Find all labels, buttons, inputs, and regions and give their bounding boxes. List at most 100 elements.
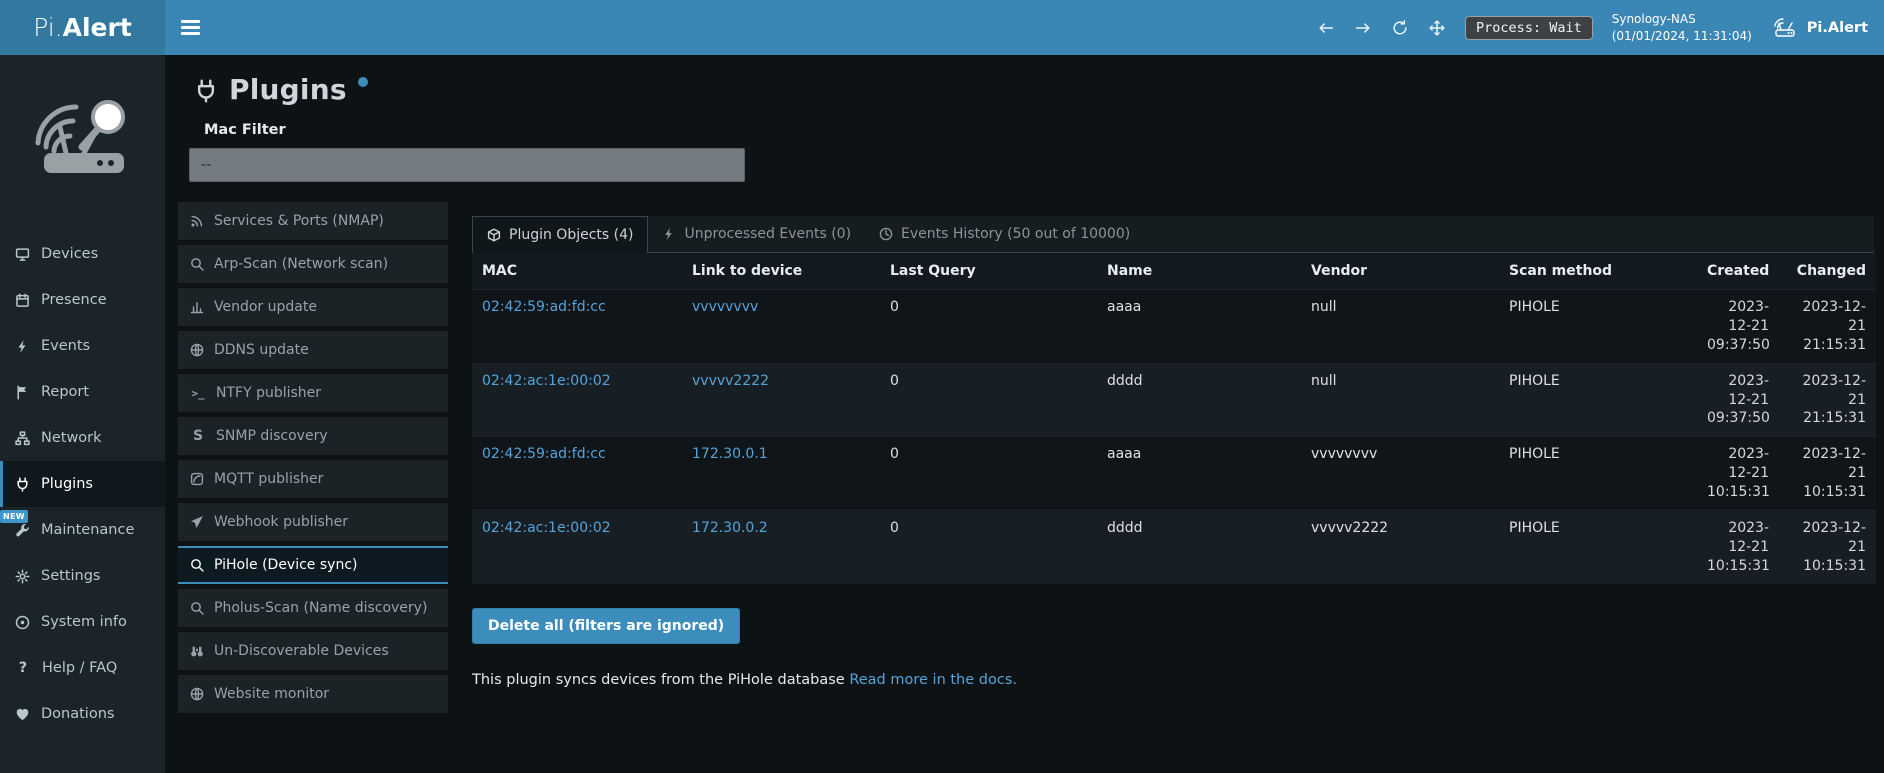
- title-info-badge[interactable]: [358, 77, 368, 87]
- vendor-cell: vvvvvvvv: [1301, 437, 1499, 511]
- sidebar-item-donations[interactable]: Donations: [0, 691, 165, 737]
- heart-icon: [15, 707, 30, 722]
- plugin-objects-table: MAC Link to device Last Query Name Vendo…: [472, 253, 1876, 584]
- device-link[interactable]: 172.30.0.2: [692, 520, 768, 536]
- scan-method-cell: PIHOLE: [1499, 511, 1697, 584]
- device-link[interactable]: 172.30.0.1: [692, 446, 768, 462]
- globe-icon: [190, 687, 204, 701]
- plugin-item-vendor-update[interactable]: Vendor update: [178, 288, 448, 326]
- plugin-item-webhook-publisher[interactable]: Webhook publisher: [178, 503, 448, 541]
- plugin-item-undiscoverable-devices[interactable]: Un-Discoverable Devices: [178, 632, 448, 670]
- docs-link[interactable]: Read more in the docs.: [849, 672, 1017, 688]
- account-label: Pi.Alert: [1807, 20, 1868, 36]
- sidebar-item-plugins[interactable]: Plugins: [0, 461, 165, 507]
- table-row: 02:42:ac:1e:00:02 vvvvv2222 0 dddd null …: [472, 363, 1876, 437]
- plugin-item-snmp-discovery[interactable]: S SNMP discovery: [178, 417, 448, 455]
- tab-unprocessed-events[interactable]: Unprocessed Events (0): [648, 216, 865, 252]
- brand-logo[interactable]: Pi.Alert: [0, 0, 165, 55]
- wrench-icon: [15, 523, 30, 538]
- plugin-description: This plugin syncs devices from the PiHol…: [472, 672, 1874, 688]
- globe-icon: [190, 343, 204, 357]
- created-cell: 2023-12-21 09:37:50: [1697, 363, 1779, 437]
- sidebar-item-system-info[interactable]: System info: [0, 599, 165, 645]
- mac-filter-input[interactable]: [189, 148, 745, 182]
- name-cell: aaaa: [1097, 290, 1301, 364]
- plugin-item-ddns-update[interactable]: DDNS update: [178, 331, 448, 369]
- router-icon: [1771, 17, 1799, 39]
- tab-plugin-objects[interactable]: Plugin Objects (4): [472, 216, 648, 253]
- mac-link[interactable]: 02:42:ac:1e:00:02: [482, 373, 611, 389]
- account-menu[interactable]: Pi.Alert: [1771, 17, 1868, 39]
- tab-events-history[interactable]: Events History (50 out of 10000): [865, 216, 1144, 252]
- search-icon: [190, 601, 204, 615]
- changed-cell: 2023-12-21 21:15:31: [1779, 363, 1876, 437]
- nav-forward-button[interactable]: [1354, 19, 1372, 37]
- last-query-cell: 0: [880, 363, 1097, 437]
- host-name: Synology-NAS: [1612, 11, 1752, 28]
- created-cell: 2023-12-21 10:15:31: [1697, 511, 1779, 584]
- sidebar-item-report[interactable]: Report: [0, 369, 165, 415]
- top-header: Pi.Alert Process: Wait Synology-NAS (01/…: [0, 0, 1884, 55]
- sidebar-item-settings[interactable]: Settings: [0, 553, 165, 599]
- mac-link[interactable]: 02:42:ac:1e:00:02: [482, 520, 611, 536]
- monitor-icon: [15, 247, 30, 262]
- changed-cell: 2023-12-21 21:15:31: [1779, 290, 1876, 364]
- sidebar-item-devices[interactable]: Devices: [0, 231, 165, 277]
- binoculars-icon: [190, 644, 204, 658]
- table-row: 02:42:59:ad:fd:cc vvvvvvvv 0 aaaa null P…: [472, 290, 1876, 364]
- plugin-item-website-monitor[interactable]: Website monitor: [178, 675, 448, 713]
- delete-all-button[interactable]: Delete all (filters are ignored): [472, 608, 740, 644]
- header-bar: Process: Wait Synology-NAS (01/01/2024, …: [165, 0, 1884, 55]
- page-title-row: Plugins: [194, 73, 1874, 106]
- mqtt-icon: [190, 472, 204, 486]
- nav-back-button[interactable]: [1317, 19, 1335, 37]
- mac-link[interactable]: 02:42:59:ad:fd:cc: [482, 446, 606, 462]
- maximize-button[interactable]: [1428, 19, 1446, 37]
- clock-icon: [879, 227, 893, 241]
- vendor-cell: null: [1301, 363, 1499, 437]
- plug-icon: [15, 477, 30, 492]
- mac-filter-block: Mac Filter: [178, 122, 1874, 182]
- chart-bars-icon: [190, 300, 204, 314]
- sidebar-item-events[interactable]: Events: [0, 323, 165, 369]
- back-arrow-icon: [1317, 19, 1335, 37]
- vendor-cell: null: [1301, 290, 1499, 364]
- gear-icon: [15, 569, 30, 584]
- plugin-menu: Services & Ports (NMAP) Arp-Scan (Networ…: [178, 202, 448, 713]
- col-scan-method: Scan method: [1499, 253, 1697, 290]
- search-icon: [190, 558, 204, 572]
- cube-icon: [487, 228, 501, 242]
- plugin-item-pholus-scan[interactable]: Pholus-Scan (Name discovery): [178, 589, 448, 627]
- plugin-item-ntfy-publisher[interactable]: >_ NTFY publisher: [178, 374, 448, 412]
- sitemap-icon: [15, 431, 30, 446]
- sidebar-item-presence[interactable]: Presence: [0, 277, 165, 323]
- device-link[interactable]: vvvvv2222: [692, 373, 769, 389]
- sidebar-item-network[interactable]: Network: [0, 415, 165, 461]
- device-link[interactable]: vvvvvvvv: [692, 299, 758, 315]
- paper-plane-icon: [190, 515, 204, 529]
- created-cell: 2023-12-21 09:37:50: [1697, 290, 1779, 364]
- refresh-button[interactable]: [1391, 19, 1409, 37]
- sidebar-item-maintenance[interactable]: NEW Maintenance: [0, 507, 165, 553]
- host-info: Synology-NAS (01/01/2024, 11:31:04): [1612, 11, 1752, 45]
- question-icon: ?: [15, 660, 31, 676]
- col-vendor: Vendor: [1301, 253, 1499, 290]
- mac-link[interactable]: 02:42:59:ad:fd:cc: [482, 299, 606, 315]
- sidebar-toggle-button[interactable]: [181, 13, 203, 43]
- plugin-item-mqtt-publisher[interactable]: MQTT publisher: [178, 460, 448, 498]
- col-last-query: Last Query: [880, 253, 1097, 290]
- plugin-item-services-ports-nmap[interactable]: Services & Ports (NMAP): [178, 202, 448, 240]
- col-changed: Changed: [1779, 253, 1876, 290]
- table-row: 02:42:ac:1e:00:02 172.30.0.2 0 dddd vvvv…: [472, 511, 1876, 584]
- plugin-item-pihole-device-sync[interactable]: PiHole (Device sync): [178, 546, 448, 584]
- sidebar-item-help-faq[interactable]: ? Help / FAQ: [0, 645, 165, 691]
- tabs-bar: Plugin Objects (4) Unprocessed Events (0…: [472, 216, 1874, 253]
- table-row: 02:42:59:ad:fd:cc 172.30.0.1 0 aaaa vvvv…: [472, 437, 1876, 511]
- col-link-to-device: Link to device: [682, 253, 880, 290]
- flag-icon: [15, 385, 30, 400]
- pialert-logo: [0, 55, 165, 215]
- plugin-item-arp-scan[interactable]: Arp-Scan (Network scan): [178, 245, 448, 283]
- arrows-move-icon: [1428, 19, 1446, 37]
- refresh-icon: [1391, 19, 1409, 37]
- sidebar: Devices Presence Events Report Network P…: [0, 55, 165, 773]
